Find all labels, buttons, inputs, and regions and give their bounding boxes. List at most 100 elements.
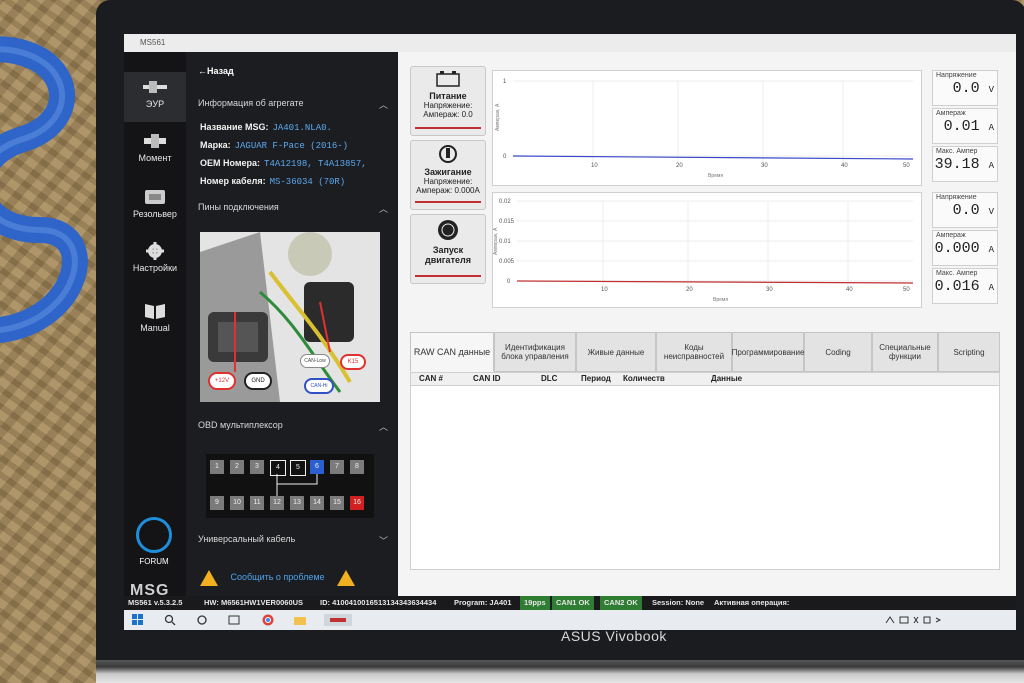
meter-number: 0.016 (934, 278, 980, 295)
universal-cable-header[interactable]: Универсальный кабель (198, 534, 295, 544)
meter-number: 0.0 (952, 202, 980, 219)
ms561-app-icon[interactable] (324, 614, 352, 626)
meter-value: 0.016 A (933, 278, 997, 297)
meter-label: Макс. Ампер (936, 270, 978, 277)
device-id: ID: 4100410016513134343634434 (320, 598, 437, 607)
info-value: JA401.NLA0. (272, 123, 332, 133)
forum-label: FORUM (139, 557, 169, 566)
column-header[interactable]: CAN ID (473, 374, 501, 383)
torque-sensor-icon (144, 134, 166, 148)
nav-item-resolver[interactable]: Резольвер (124, 188, 186, 232)
chevron-up-icon[interactable]: ︿ (379, 420, 388, 433)
info-row-name: Название MSG: JA401.NLA0. (200, 122, 332, 133)
warning-icon (200, 570, 218, 586)
button-line: Напряжение: (423, 101, 473, 110)
y-tick: 0.005 (499, 259, 515, 265)
engine-start-button[interactable]: Запуск двигателя (410, 214, 486, 284)
meter-unit: A (988, 283, 994, 293)
pin-label-gnd: GND (244, 372, 272, 390)
chrome-icon[interactable] (262, 614, 274, 626)
tab-bar: RAW CAN данные Идентификация блока управ… (410, 332, 1000, 372)
tab-live-data[interactable]: Живые данные (576, 332, 656, 372)
x-tick: 10 (591, 163, 598, 169)
tab-programming[interactable]: Программирование (732, 332, 804, 372)
meter-value: 0.000 A (933, 240, 997, 259)
meter-value: 0.0 V (933, 202, 997, 221)
file-explorer-icon[interactable] (294, 614, 306, 626)
nav-item-eur[interactable]: ЭУР (124, 72, 186, 122)
y-tick: 0.02 (499, 199, 511, 205)
x-tick: 40 (841, 163, 848, 169)
taskbar (124, 610, 1016, 630)
chevron-down-icon[interactable]: ﹀ (379, 534, 388, 547)
photo-scene: ASUS Vivobook MS561 ЭУР Момент Резольвер (0, 0, 1024, 683)
info-value: JAGUAR F-Pace (2016-) (234, 141, 349, 151)
x-axis-label: Время (708, 173, 723, 179)
tab-identification[interactable]: Идентификация блока управления (494, 332, 576, 372)
tab-fault-codes[interactable]: Коды неисправностей (656, 332, 732, 372)
blue-cable (0, 36, 88, 343)
obd-multiplexer: 1 2 3 4 5 6 7 8 9 10 11 12 13 14 15 16 (206, 454, 374, 518)
forum-icon (136, 517, 172, 553)
chevron-up-icon[interactable]: ︿ (379, 98, 388, 111)
ignition-icon (439, 145, 457, 163)
chevron-up-icon[interactable]: ︿ (379, 202, 388, 215)
meter-unit: V (988, 207, 994, 217)
steering-rack-icon (143, 81, 167, 93)
nav-rail: ЭУР Момент Резольвер Настройки Manual FO… (124, 52, 186, 599)
tab-raw-can[interactable]: RAW CAN данные (410, 332, 494, 372)
info-label: Марка: (200, 140, 231, 150)
nav-item-manual[interactable]: Manual (124, 302, 186, 346)
info-row-oem: OEM Номера: T4A12198, T4A13857, (200, 158, 367, 169)
connector-photo: +12V GND CAN-Low CAN-Hi K15 (200, 232, 380, 402)
x-tick: 10 (601, 287, 608, 293)
report-problem[interactable]: Сообщить о проблеме (200, 570, 390, 586)
nav-item-torque[interactable]: Момент (124, 132, 186, 176)
resolver-icon (145, 190, 165, 204)
unit-info-header[interactable]: Информация об агрегате (198, 98, 303, 108)
main-area: Питание Напряжение: Ампераж: 0.0 Зажиган… (398, 52, 1016, 596)
current-graph-1: 1 0 10 20 30 40 50 Время Ампераж, А (492, 70, 922, 186)
pins-header[interactable]: Пины подключения (198, 202, 279, 212)
y-tick: 1 (503, 79, 507, 85)
back-button[interactable]: ←Назад (198, 66, 234, 76)
can2-badge: CAN2 OK (600, 596, 642, 610)
power-button[interactable]: Питание Напряжение: Ампераж: 0.0 (410, 66, 486, 136)
screen: MS561 ЭУР Момент Резольвер Настройки Man… (124, 34, 1016, 630)
column-header[interactable]: DLC (541, 374, 557, 383)
button-title: Запуск двигателя (425, 245, 471, 265)
ignition-button[interactable]: Зажигание Напряжение: Ампераж: 0.000A (410, 140, 486, 210)
column-header[interactable]: Количеств (623, 374, 665, 383)
meter-unit: V (988, 85, 994, 95)
column-header[interactable]: Период (581, 374, 611, 383)
meter-value: 39.18 A (933, 156, 997, 175)
search-icon[interactable] (164, 614, 176, 626)
column-header[interactable]: CAN # (419, 374, 443, 383)
table-header: CAN # CAN ID DLC Период Количеств Данные (411, 373, 999, 386)
y-axis-label: Ампераж, А (493, 227, 499, 255)
meter-number: 39.18 (934, 156, 980, 173)
can-table: CAN # CAN ID DLC Период Количеств Данные (410, 372, 1000, 570)
windows-start-icon[interactable] (132, 614, 144, 626)
x-tick: 50 (903, 287, 910, 293)
obd-header[interactable]: OBD мультиплексор (198, 420, 283, 430)
task-view-icon[interactable] (196, 614, 208, 626)
nav-item-settings[interactable]: Настройки (124, 242, 186, 286)
widgets-icon[interactable] (228, 614, 240, 626)
info-label: OEM Номера: (200, 158, 261, 168)
current-graph-2: 0.02 0.015 0.01 0.005 0 10 20 30 40 50 В… (492, 192, 922, 308)
column-header[interactable]: Данные (711, 374, 742, 383)
book-icon (145, 304, 165, 319)
app-version: MS561 v.5.3.2.5 (128, 598, 183, 607)
tab-scripting[interactable]: Scripting (938, 332, 1000, 372)
window-titlebar: MS561 (124, 34, 1016, 52)
system-tray-icons[interactable] (884, 614, 954, 626)
tab-coding[interactable]: Coding (804, 332, 872, 372)
y-tick: 0.015 (499, 219, 515, 225)
active-operation: Активная операция: (714, 598, 790, 607)
tab-special-functions[interactable]: Специальные функции (872, 332, 938, 372)
nav-item-label: ЭУР (145, 99, 165, 109)
status-bar: MS561 v.5.3.2.5 HW: M6561HW1VER0060US ID… (124, 596, 1016, 610)
forum-button[interactable]: FORUM (134, 517, 174, 566)
graph-canvas: 0.02 0.015 0.01 0.005 0 10 20 30 40 50 В… (493, 199, 914, 303)
